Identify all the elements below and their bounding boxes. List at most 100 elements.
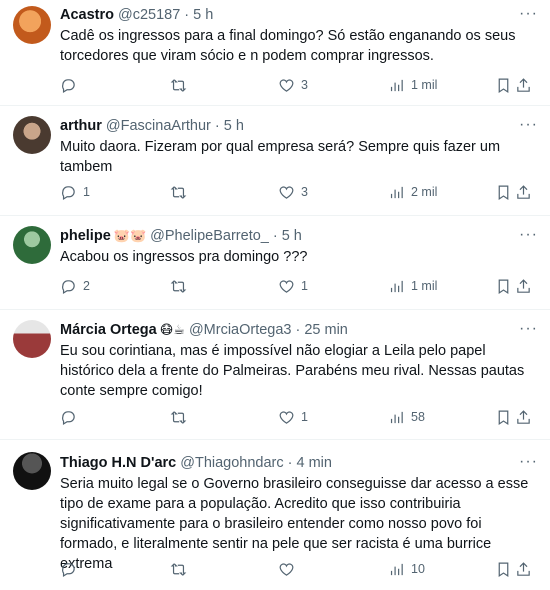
share-icon <box>517 184 530 199</box>
bookmark-icon <box>498 185 509 200</box>
timestamp[interactable]: 5 h <box>193 7 213 23</box>
bookmark-button[interactable] <box>495 77 512 94</box>
retweet-icon <box>170 185 187 199</box>
views-count: 1 mil <box>411 78 438 92</box>
views-count: 1 mil <box>411 279 438 293</box>
views-icon <box>390 411 403 423</box>
avatar[interactable] <box>13 116 51 154</box>
tweet[interactable]: Acastro @c25187 · 5 h ··· Cadê os ingres… <box>0 0 550 106</box>
like-button[interactable]: 1 <box>278 409 308 426</box>
reply-button[interactable]: 1 <box>60 184 90 201</box>
heart-icon <box>279 563 294 576</box>
heart-icon <box>279 186 294 199</box>
retweet-button[interactable] <box>170 409 193 426</box>
like-button[interactable]: 1 <box>278 278 308 295</box>
tweet-text: Eu sou corintiana, mas é impossível não … <box>60 343 525 399</box>
bookmark-icon <box>498 279 509 294</box>
reply-button[interactable] <box>60 561 83 578</box>
bookmark-button[interactable] <box>495 561 512 578</box>
timestamp[interactable]: 5 h <box>282 228 302 244</box>
bookmark-button[interactable] <box>495 278 512 295</box>
reply-icon <box>62 410 75 425</box>
views-button[interactable]: 1 mil <box>388 278 437 295</box>
avatar[interactable] <box>13 226 51 264</box>
timestamp[interactable]: 5 h <box>224 118 244 134</box>
more-options-icon[interactable]: ··· <box>519 226 538 244</box>
tweet-header: arthur @FascinaArthur · 5 h <box>60 118 244 134</box>
tweet-header: Thiago H.N D'arc @Thiagohndarc · 4 min <box>60 455 332 471</box>
author-handle[interactable]: @MrciaOrtega3 <box>189 322 292 338</box>
tweet[interactable]: arthur @FascinaArthur · 5 h ··· Muito da… <box>0 106 550 216</box>
share-button[interactable] <box>515 77 532 94</box>
retweet-button[interactable] <box>170 77 193 94</box>
retweet-icon <box>170 279 187 293</box>
views-icon <box>390 280 403 292</box>
more-options-icon[interactable]: ··· <box>519 320 538 338</box>
reply-icon <box>62 562 75 577</box>
reply-button[interactable]: 2 <box>60 278 90 295</box>
author-name[interactable]: Thiago H.N D'arc <box>60 455 176 471</box>
tweet[interactable]: Márcia Ortega 😷☕ @MrciaOrtega3 · 25 min … <box>0 310 550 440</box>
tweet-text: Muito daora. Fizeram por qual empresa se… <box>60 139 501 175</box>
avatar[interactable] <box>13 6 51 44</box>
reply-count: 1 <box>83 185 90 199</box>
reply-icon <box>62 185 75 200</box>
like-count: 1 <box>301 410 308 424</box>
like-count: 3 <box>301 185 308 199</box>
like-button[interactable] <box>278 561 301 578</box>
views-button[interactable]: 58 <box>388 409 425 426</box>
reply-button[interactable] <box>60 77 83 94</box>
author-name[interactable]: Acastro <box>60 7 114 23</box>
tweet-text: Acabou os ingressos pra domingo ??? <box>60 249 308 265</box>
timestamp[interactable]: 25 min <box>304 322 348 338</box>
share-button[interactable] <box>515 278 532 295</box>
heart-icon <box>279 411 294 424</box>
tweet[interactable]: phelipe 🐷🐷 @PhelipeBarreto_ · 5 h ··· Ac… <box>0 216 550 310</box>
like-button[interactable]: 3 <box>278 184 308 201</box>
heart-icon <box>279 79 294 92</box>
action-bar: 2 1 1 mil <box>60 275 532 297</box>
author-handle[interactable]: @c25187 <box>118 7 180 23</box>
action-bar: 1 3 2 mil <box>60 181 532 203</box>
like-count: 3 <box>301 78 308 92</box>
reply-button[interactable] <box>60 409 83 426</box>
share-button[interactable] <box>515 184 532 201</box>
views-button[interactable]: 1 mil <box>388 77 437 94</box>
more-options-icon[interactable]: ··· <box>519 116 538 134</box>
share-icon <box>517 278 530 293</box>
more-options-icon[interactable]: ··· <box>519 453 538 471</box>
tweet-text: Cadê os ingressos para a final domingo? … <box>60 28 516 64</box>
author-name[interactable]: phelipe <box>60 228 111 244</box>
retweet-icon <box>170 562 187 576</box>
author-handle[interactable]: @PhelipeBarreto_ <box>150 228 269 244</box>
retweet-icon <box>170 78 187 92</box>
tweet-header: phelipe 🐷🐷 @PhelipeBarreto_ · 5 h <box>60 228 302 244</box>
author-name[interactable]: Márcia Ortega <box>60 322 157 338</box>
bookmark-button[interactable] <box>495 184 512 201</box>
author-name[interactable]: arthur <box>60 118 102 134</box>
name-emoji: 🐷🐷 <box>113 228 147 243</box>
like-button[interactable]: 3 <box>278 77 308 94</box>
timestamp[interactable]: 4 min <box>296 455 331 471</box>
share-button[interactable] <box>515 409 532 426</box>
avatar[interactable] <box>13 452 51 490</box>
views-count: 10 <box>411 562 425 576</box>
views-count: 2 mil <box>411 185 438 199</box>
author-handle[interactable]: @Thiagohndarc <box>180 455 283 471</box>
views-button[interactable]: 10 <box>388 561 425 578</box>
reply-count: 2 <box>83 279 90 293</box>
retweet-button[interactable] <box>170 184 193 201</box>
tweet-header: Acastro @c25187 · 5 h <box>60 7 214 23</box>
views-icon <box>390 79 403 91</box>
retweet-button[interactable] <box>170 561 193 578</box>
more-options-icon[interactable]: ··· <box>519 5 538 23</box>
tweet[interactable]: Thiago H.N D'arc @Thiagohndarc · 4 min ·… <box>0 440 550 590</box>
avatar[interactable] <box>13 320 51 358</box>
views-button[interactable]: 2 mil <box>388 184 437 201</box>
tweet-header: Márcia Ortega 😷☕ @MrciaOrtega3 · 25 min <box>60 322 348 338</box>
retweet-button[interactable] <box>170 278 193 295</box>
author-handle[interactable]: @FascinaArthur <box>106 118 211 134</box>
like-count: 1 <box>301 279 308 293</box>
bookmark-button[interactable] <box>495 409 512 426</box>
share-button[interactable] <box>515 561 532 578</box>
